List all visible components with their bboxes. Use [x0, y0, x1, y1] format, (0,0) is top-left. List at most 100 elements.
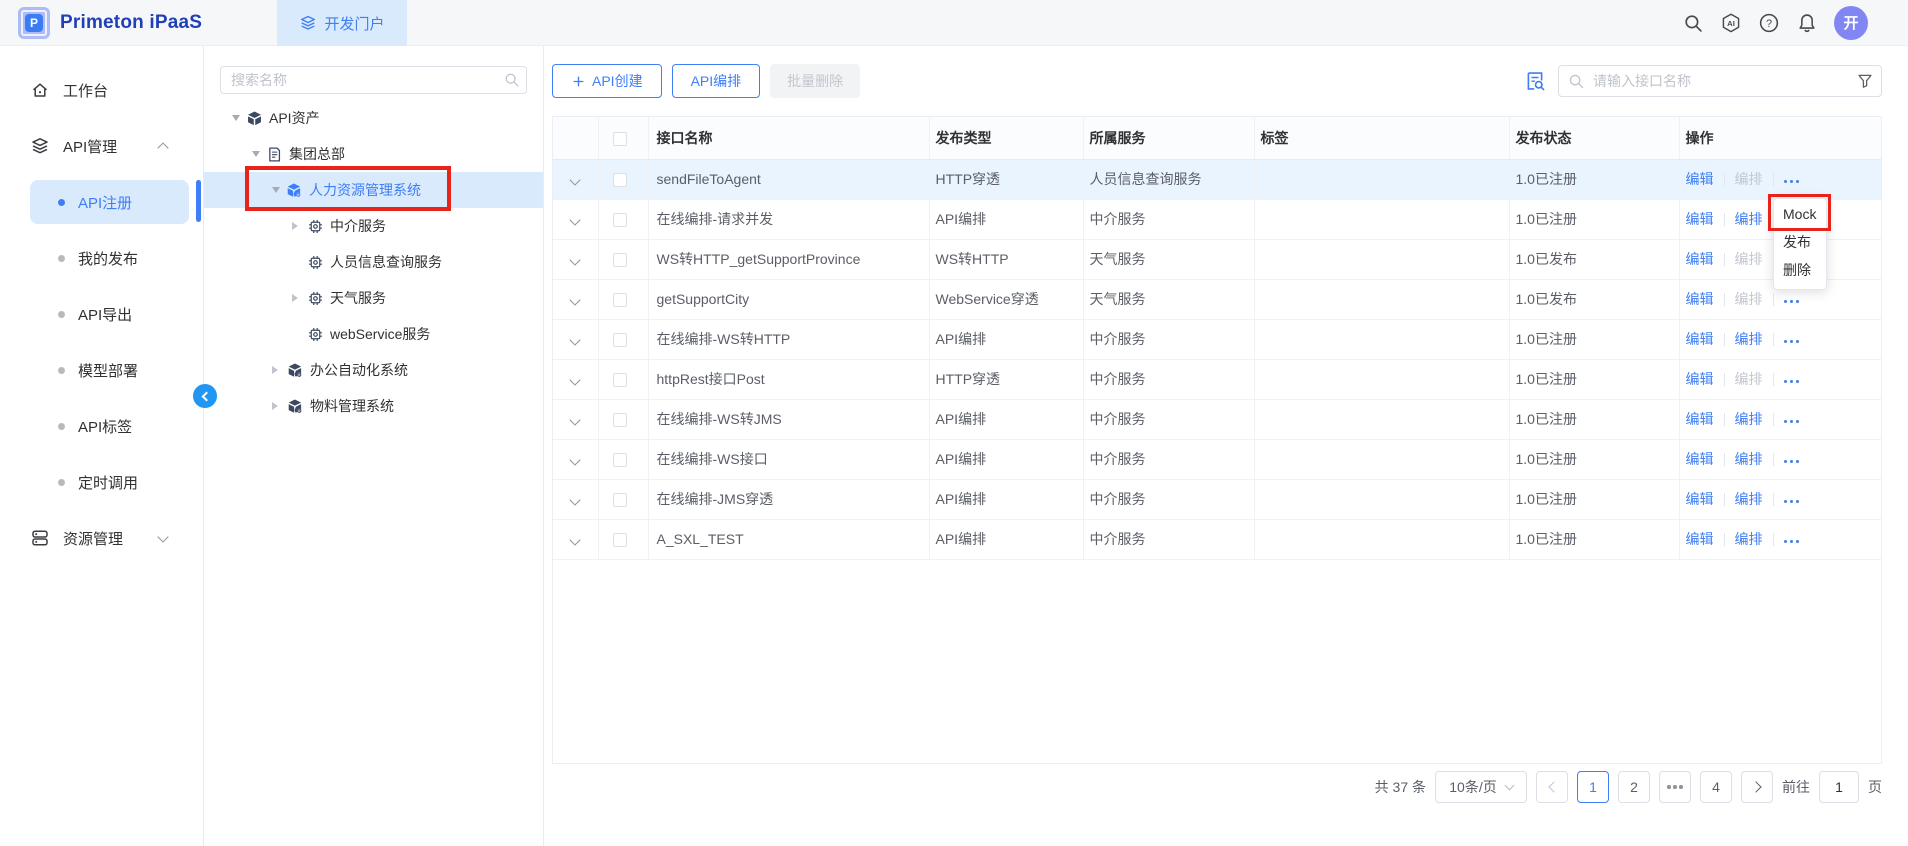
page-size-select[interactable]: 10条/页 [1435, 771, 1527, 803]
tree-node-weather-service[interactable]: 天气服务 [220, 280, 527, 316]
orchestrate-link[interactable]: 编排 [1735, 491, 1763, 507]
row-expand-icon[interactable] [569, 334, 580, 345]
tree-search-input[interactable] [220, 66, 527, 94]
caret-down-icon[interactable] [272, 187, 280, 193]
row-expand-icon[interactable] [569, 214, 580, 225]
api-search-input[interactable] [1558, 65, 1882, 97]
orchestrate-link[interactable]: 编排 [1735, 451, 1763, 467]
orchestrate-link[interactable]: 编排 [1735, 291, 1763, 307]
tree-node-hr-system[interactable]: 人力资源管理系统 [204, 172, 543, 208]
edit-link[interactable]: 编辑 [1686, 211, 1714, 227]
api-create-button[interactable]: API创建 [552, 64, 662, 98]
sidebar-item-api-tags[interactable]: API标签 [0, 404, 203, 448]
row-expand-icon[interactable] [569, 494, 580, 505]
caret-right-icon[interactable] [272, 402, 278, 410]
edit-link[interactable]: 编辑 [1686, 171, 1714, 187]
orchestrate-link[interactable]: 编排 [1735, 171, 1763, 187]
tree-node-personnel-info-service[interactable]: 人员信息查询服务 [220, 244, 527, 280]
row-checkbox[interactable] [613, 413, 627, 427]
tree-node-office-automation-system[interactable]: 办公自动化系统 [220, 352, 527, 388]
sidebar-item-api-management[interactable]: API管理 [0, 124, 203, 168]
notification-bell-icon[interactable] [1796, 12, 1818, 34]
row-checkbox[interactable] [613, 213, 627, 227]
row-checkbox[interactable] [613, 453, 627, 467]
more-actions-icon[interactable] [1784, 540, 1800, 544]
more-actions-icon[interactable] [1784, 420, 1800, 424]
orchestrate-link[interactable]: 编排 [1735, 211, 1763, 227]
prev-page-button[interactable] [1536, 771, 1568, 803]
edit-link[interactable]: 编辑 [1686, 251, 1714, 267]
row-checkbox[interactable] [613, 533, 627, 547]
sidebar-item-api-register[interactable]: API注册 [30, 180, 189, 224]
more-actions-icon[interactable] [1784, 500, 1800, 504]
caret-down-icon[interactable] [232, 115, 240, 121]
menu-item-mock[interactable]: Mock [1774, 200, 1826, 228]
api-orchestrate-button[interactable]: API编排 [672, 64, 761, 98]
tree-node-intermediary-service[interactable]: 中介服务 [220, 208, 527, 244]
row-expand-icon[interactable] [569, 454, 580, 465]
owner-service: 人员信息查询服务 [1083, 159, 1254, 199]
ai-assistant-icon[interactable] [1720, 12, 1742, 34]
edit-link[interactable]: 编辑 [1686, 371, 1714, 387]
caret-right-icon[interactable] [272, 366, 278, 374]
edit-link[interactable]: 编辑 [1686, 331, 1714, 347]
caret-down-icon[interactable] [252, 151, 260, 157]
row-expand-icon[interactable] [569, 414, 580, 425]
orchestrate-link[interactable]: 编排 [1735, 531, 1763, 547]
row-checkbox[interactable] [613, 373, 627, 387]
sidebar-item-api-export[interactable]: API导出 [0, 292, 203, 336]
select-all-checkbox[interactable] [613, 132, 627, 146]
row-expand-icon[interactable] [569, 174, 580, 185]
row-expand-icon[interactable] [569, 294, 580, 305]
row-checkbox[interactable] [613, 173, 627, 187]
sidebar-item-model-deploy[interactable]: 模型部署 [0, 348, 203, 392]
search-icon[interactable] [1682, 12, 1704, 34]
edit-link[interactable]: 编辑 [1686, 451, 1714, 467]
batch-delete-button[interactable]: 批量删除 [770, 64, 860, 98]
next-page-button[interactable] [1741, 771, 1773, 803]
menu-item-publish[interactable]: 发布 [1774, 228, 1826, 256]
sidebar-item-timed-call[interactable]: 定时调用 [0, 460, 203, 504]
edit-link[interactable]: 编辑 [1686, 531, 1714, 547]
orchestrate-link[interactable]: 编排 [1735, 331, 1763, 347]
help-icon[interactable] [1758, 12, 1780, 34]
more-actions-icon[interactable] [1784, 180, 1800, 184]
user-avatar[interactable]: 开 [1834, 6, 1868, 40]
edit-link[interactable]: 编辑 [1686, 291, 1714, 307]
sidebar-item-workbench[interactable]: 工作台 [0, 68, 203, 112]
tree-node-webservice-service[interactable]: webService服务 [220, 316, 527, 352]
sidebar-collapse-handle[interactable] [193, 384, 217, 408]
page-button-1[interactable]: 1 [1577, 771, 1609, 803]
tab-dev-portal[interactable]: 开发门户 [277, 0, 407, 46]
page-button-2[interactable]: 2 [1618, 771, 1650, 803]
filter-funnel-icon[interactable] [1856, 72, 1874, 90]
row-expand-icon[interactable] [569, 254, 580, 265]
more-actions-icon[interactable] [1784, 340, 1800, 344]
more-actions-icon[interactable] [1784, 460, 1800, 464]
edit-link[interactable]: 编辑 [1686, 411, 1714, 427]
row-checkbox[interactable] [613, 493, 627, 507]
orchestrate-link[interactable]: 编排 [1735, 411, 1763, 427]
page-button-4[interactable]: 4 [1700, 771, 1732, 803]
row-checkbox[interactable] [613, 333, 627, 347]
tree-node-api-assets[interactable]: API资产 [220, 100, 527, 136]
row-expand-icon[interactable] [569, 374, 580, 385]
caret-right-icon[interactable] [292, 294, 298, 302]
sidebar-item-resource-management[interactable]: 资源管理 [0, 516, 203, 560]
goto-page-input[interactable] [1819, 771, 1859, 803]
orchestrate-link[interactable]: 编排 [1735, 251, 1763, 267]
more-actions-icon[interactable] [1784, 300, 1800, 304]
tree-node-material-management-system[interactable]: 物料管理系统 [220, 388, 527, 424]
caret-right-icon[interactable] [292, 222, 298, 230]
more-actions-icon[interactable] [1784, 380, 1800, 384]
row-expand-icon[interactable] [569, 534, 580, 545]
row-checkbox[interactable] [613, 293, 627, 307]
orchestrate-link[interactable]: 编排 [1735, 371, 1763, 387]
tree-node-group-hq[interactable]: 集团总部 [220, 136, 527, 172]
edit-link[interactable]: 编辑 [1686, 491, 1714, 507]
page-ellipsis[interactable] [1659, 771, 1691, 803]
row-checkbox[interactable] [613, 253, 627, 267]
advanced-search-icon[interactable] [1524, 70, 1546, 92]
sidebar-item-my-publish[interactable]: 我的发布 [0, 236, 203, 280]
menu-item-delete[interactable]: 删除 [1774, 256, 1826, 284]
